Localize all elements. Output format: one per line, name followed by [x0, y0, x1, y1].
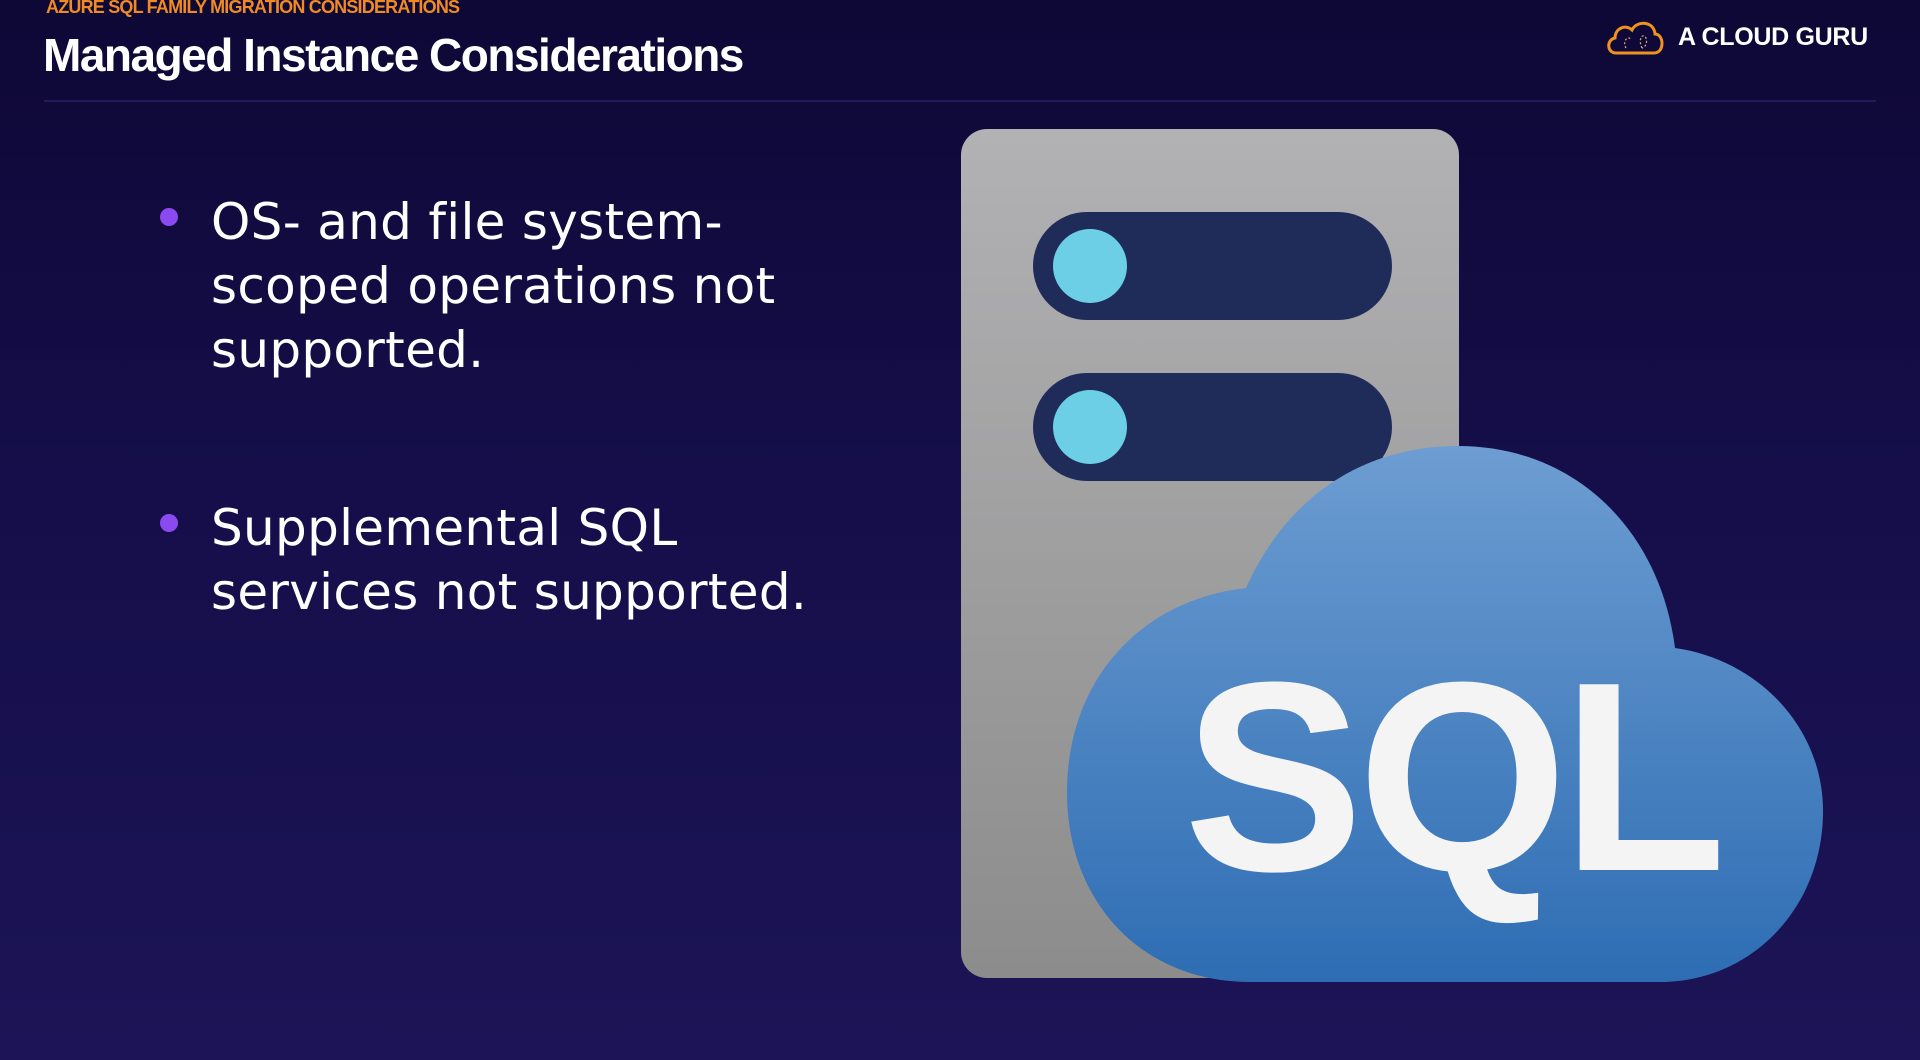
server-light	[1053, 390, 1127, 464]
server-sql-cloud-icon: SQL	[961, 129, 1824, 982]
server-light	[1053, 229, 1127, 303]
sql-label: SQL	[1183, 627, 1721, 928]
